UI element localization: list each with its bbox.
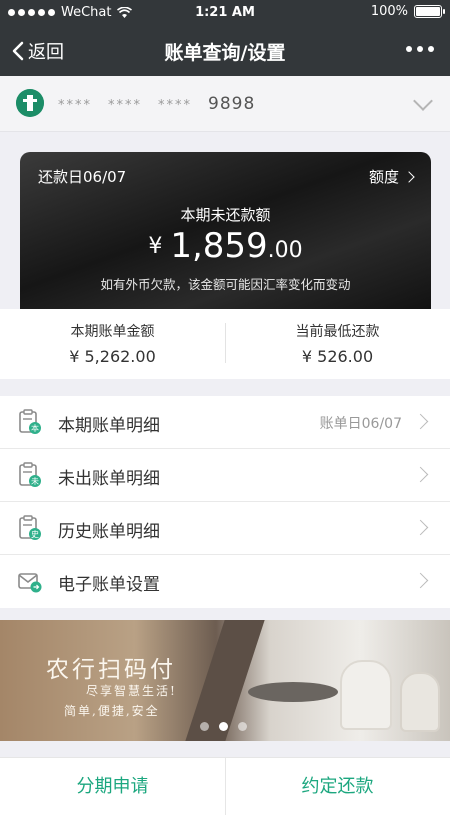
more-dot-icon [406,46,412,52]
due-date: 还款日06/07 [38,168,127,186]
status-bar: WeChat 1:21 AM 100% [0,0,450,26]
nav-bar: 返回 账单查询/设置 [0,26,450,76]
menu-item-history[interactable]: 史 历史账单明细 [0,502,450,555]
statement-date: 账单日06/07 [319,416,402,432]
installment-apply-button[interactable]: 分期申请 [0,758,225,815]
menu-label-ebill-settings: 电子账单设置 [58,575,160,595]
chevron-right-icon [412,519,429,536]
promo-banner[interactable]: 农行扫码付 尽享智慧生活! 简单,便捷,安全 [0,620,450,741]
card-number: **** **** **** 9898 [58,94,255,114]
abc-bank-logo-icon [16,89,44,117]
history-badge: 史 [31,529,39,539]
menu-label-unbilled: 未出账单明细 [58,469,160,489]
more-dot-icon [417,46,423,52]
banner-chair-image [400,672,440,732]
status-right: 100% [370,4,445,19]
page-title: 账单查询/设置 [164,42,286,64]
menu-label-history: 历史账单明细 [58,522,160,542]
history-bill-icon: 史 [19,515,41,540]
min-payment-value: ¥ 526.00 [301,347,374,366]
card-mask-2: **** [108,98,142,113]
currency-symbol: ¥ [148,234,163,259]
banner-chair-image [340,660,392,730]
chevron-right-icon [412,413,429,430]
card-last4: 9898 [208,94,256,114]
email-bill-icon [18,573,42,593]
chevron-down-icon [413,91,433,111]
back-label: 返回 [28,42,64,63]
amount-decimal: .00 [267,238,303,263]
pager-dot[interactable] [238,722,247,731]
chevron-left-icon [12,41,24,61]
card-mask-3: **** [158,98,192,113]
card-selector[interactable]: **** **** **** 9898 [0,76,450,132]
min-payment-label: 当前最低还款 [295,324,380,340]
more-dot-icon [428,46,434,52]
fx-note: 如有外币欠款，该金额可能因汇率变化而变动 [100,277,351,292]
unbilled-icon: 未 [19,462,41,487]
menu-item-unbilled[interactable]: 未 未出账单明细 [0,449,450,502]
bill-card: 还款日06/07 额度 本期未还款额 ¥1,859.00 如有外币欠款，该金额可… [20,152,431,309]
pager-dot-active[interactable] [219,722,228,731]
unpaid-amount: ¥1,859.00 [20,226,431,266]
menu-item-current-bill[interactable]: 本 本期账单明细 账单日06/07 [0,396,450,449]
pager-dot[interactable] [200,722,209,731]
statement-amount-label: 本期账单金额 [70,324,155,340]
banner-pager[interactable] [200,722,247,731]
banner-tagline: 简单,便捷,安全 [64,704,160,718]
scheduled-repayment-button[interactable]: 约定还款 [225,758,450,815]
current-bill-badge: 本 [31,423,39,433]
unbilled-badge: 未 [31,476,39,486]
quota-label: 额度 [368,168,399,186]
statement-amount-block: 本期账单金额 ¥ 5,262.00 [0,321,225,366]
chevron-right-icon [412,466,429,483]
card-mask-1: **** [58,98,92,113]
chevron-right-icon [403,170,415,183]
banner-table-image [248,682,338,702]
bottom-action-bar: 分期申请 约定还款 [0,757,450,815]
chevron-right-icon [412,572,429,589]
min-payment-block: 当前最低还款 ¥ 526.00 [225,321,450,366]
battery-icon [414,5,445,18]
amount-integer: 1,859 [170,226,268,266]
statement-amount-value: ¥ 5,262.00 [69,347,156,366]
battery-percent: 100% [370,4,408,19]
bill-menu: 本 本期账单明细 账单日06/07 未 未出账单明细 史 历史账单明细 电子账单… [0,396,450,608]
quota-link[interactable]: 额度 [368,166,415,187]
banner-subtitle: 尽享智慧生活! [86,684,177,698]
menu-label-current-bill: 本期账单明细 [58,416,160,436]
banner-title: 农行扫码付 [46,657,176,683]
current-bill-icon: 本 [19,409,41,434]
more-menu-button[interactable] [404,40,436,58]
bill-summary: 本期账单金额 ¥ 5,262.00 当前最低还款 ¥ 526.00 [0,309,450,379]
unpaid-label: 本期未还款额 [180,206,271,224]
menu-item-ebill-settings[interactable]: 电子账单设置 [0,555,450,608]
back-button[interactable]: 返回 [12,38,64,64]
